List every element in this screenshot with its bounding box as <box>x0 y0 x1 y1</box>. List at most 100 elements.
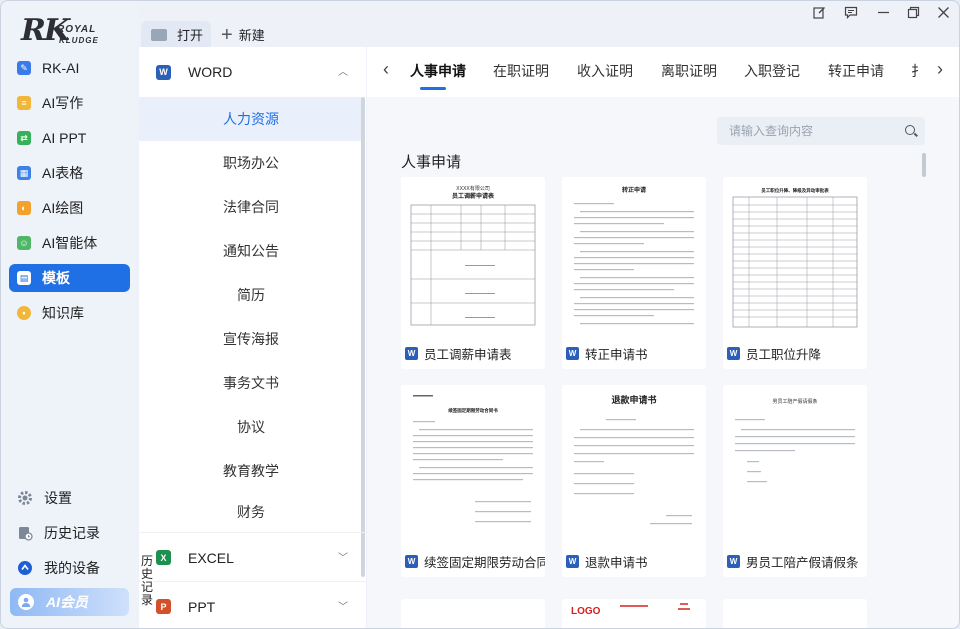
template-card-partial[interactable] <box>401 599 545 628</box>
sidebar-item-label: 模板 <box>42 270 70 286</box>
search-icon[interactable] <box>905 125 915 135</box>
restore-icon[interactable] <box>905 4 921 20</box>
chevron-down-icon: ﹀ <box>338 602 348 613</box>
svg-text:员工职位升降、降级及异动审批表: 员工职位升降、降级及异动审批表 <box>761 187 829 194</box>
category-item-finance[interactable]: 财务 <box>139 490 363 534</box>
word-file-icon: W <box>405 346 418 360</box>
main-scrollbar[interactable] <box>922 153 926 177</box>
ai-agent-icon: ☺ <box>17 236 31 250</box>
category-item-poster[interactable]: 宣传海报 <box>139 317 363 361</box>
category-item-label: 职场办公 <box>223 155 279 171</box>
template-card-title: W 退款申请书 <box>566 551 648 571</box>
svg-text:员工调薪申请表: 员工调薪申请表 <box>452 192 495 200</box>
template-card-label: 男员工陪产假请假条 <box>746 555 859 570</box>
edit-icon[interactable] <box>811 4 827 20</box>
tab-resignation-certificate[interactable]: 离职证明 <box>661 61 717 81</box>
sidebar-item-label: AI写作 <box>42 95 84 111</box>
category-item-agreement[interactable]: 协议 <box>139 405 363 449</box>
open-button[interactable]: 打开 <box>141 21 211 48</box>
chevron-down-icon: ﹀ <box>338 553 348 564</box>
category-word[interactable]: W WORD ︿ <box>139 47 366 97</box>
template-card-refund[interactable]: 退款申请书 W 退款申请书 <box>562 385 706 577</box>
template-card-partial[interactable]: LOGO <box>562 599 706 628</box>
category-label: PPT <box>188 598 216 615</box>
left-sidebar: RK ROYAL KLUDGE ✎ RK-AI ≡ AI写作 ⇄ AI PPT … <box>1 1 138 628</box>
history-vertical-label[interactable]: 历史记录 <box>140 555 154 607</box>
ai-member-button[interactable]: AI会员 <box>10 588 129 616</box>
active-tab-indicator <box>420 87 446 90</box>
sidebar-item-ai-ppt[interactable]: ⇄ AI PPT <box>9 124 130 152</box>
category-item-hr[interactable]: 人力资源 <box>139 97 363 141</box>
sidebar-item-my-device[interactable]: 我的设备 <box>9 554 130 582</box>
category-item-education[interactable]: 教育教学 <box>139 449 363 493</box>
word-app-icon: W <box>156 64 171 80</box>
sidebar-item-ai-agent[interactable]: ☺ AI智能体 <box>9 229 130 257</box>
sidebar-item-label: 我的设备 <box>44 560 100 576</box>
top-toolbar: 打开 + 新建 <box>138 1 959 48</box>
tab-onboarding-registration[interactable]: 入职登记 <box>744 61 800 81</box>
template-card-contract-renewal[interactable]: 续签固定期限劳动合同书 W 续签固定期限劳动合同... <box>401 385 545 577</box>
main-content: ‹ 人事申请 在职证明 收入证明 离职证明 入职登记 转正申请 扌 › 人事申请… <box>367 47 959 628</box>
plus-icon: + <box>221 23 233 46</box>
template-thumbnail: XXXX有限公司 员工调薪申请表 <box>405 181 541 331</box>
tab-scroll-left-icon[interactable]: ‹ <box>376 59 396 79</box>
sidebar-item-label: AI PPT <box>42 130 87 146</box>
sidebar-item-ai-writing[interactable]: ≡ AI写作 <box>9 89 130 117</box>
template-thumbnail: 退款申请书 <box>566 389 702 539</box>
category-item-workplace[interactable]: 职场办公 <box>139 141 363 185</box>
category-item-label: 宣传海报 <box>223 331 279 347</box>
word-file-icon: W <box>727 554 740 568</box>
sidebar-item-rk-ai[interactable]: ✎ RK-AI <box>9 54 130 82</box>
search-input[interactable] <box>729 122 899 140</box>
category-label: WORD <box>188 64 233 80</box>
svg-text:退款申请书: 退款申请书 <box>611 394 656 406</box>
new-button[interactable]: + 新建 <box>221 21 265 48</box>
excel-app-icon: X <box>156 550 171 565</box>
tab-income-certificate[interactable]: 收入证明 <box>577 61 633 81</box>
category-item-legal[interactable]: 法律合同 <box>139 185 363 229</box>
template-card-partial[interactable] <box>723 599 867 628</box>
category-scrollbar[interactable] <box>361 97 365 577</box>
sidebar-item-template[interactable]: ▤ 模板 <box>9 264 130 292</box>
feedback-icon[interactable] <box>843 4 859 20</box>
category-item-resume[interactable]: 简历 <box>139 273 363 317</box>
template-card-salary-adjustment[interactable]: XXXX有限公司 员工调薪申请表 W 员工调薪申请表 <box>401 177 545 369</box>
logo-line2: KLUDGE <box>59 36 99 45</box>
template-card-paternity-leave[interactable]: 男员工陪产假请假条 W 男员工陪产假请假条 <box>723 385 867 577</box>
tab-partial[interactable]: 扌 <box>911 61 920 81</box>
category-ppt[interactable]: P PPT ﹀ <box>139 581 366 628</box>
member-avatar-icon <box>18 594 34 610</box>
device-icon <box>17 560 33 576</box>
category-item-notice[interactable]: 通知公告 <box>139 229 363 273</box>
category-item-label: 教育教学 <box>223 463 279 479</box>
template-thumbnail: 男员工陪产假请假条 <box>727 389 863 539</box>
sidebar-item-label: 知识库 <box>42 305 84 321</box>
tab-scroll-right-icon[interactable]: › <box>930 59 950 79</box>
folder-icon <box>151 28 167 41</box>
tab-employment-certificate[interactable]: 在职证明 <box>493 61 549 81</box>
ai-writing-icon: ≡ <box>17 96 31 110</box>
sidebar-item-history[interactable]: 历史记录 <box>9 519 130 547</box>
rk-ai-icon: ✎ <box>17 61 31 75</box>
template-card-regularization[interactable]: 转正申请 W 转正申请书 <box>562 177 706 369</box>
sidebar-item-ai-drawing[interactable]: ◐ AI绘图 <box>9 194 130 222</box>
template-thumbnail: 转正申请 <box>566 181 702 331</box>
template-card-label: 员工调薪申请表 <box>424 347 512 362</box>
word-file-icon: W <box>566 346 579 360</box>
tab-hr-application[interactable]: 人事申请 <box>410 61 466 81</box>
category-excel[interactable]: X EXCEL ﹀ <box>139 532 366 582</box>
word-file-icon: W <box>727 346 740 360</box>
category-item-affairs[interactable]: 事务文书 <box>139 361 363 405</box>
sidebar-item-settings[interactable]: 设置 <box>9 484 130 512</box>
close-icon[interactable] <box>935 4 951 20</box>
sidebar-item-ai-table[interactable]: ▦ AI表格 <box>9 159 130 187</box>
template-card-position-change[interactable]: 员工职位升降、降级及异动审批表 W 员工职位升降 <box>723 177 867 369</box>
word-file-icon: W <box>566 554 579 568</box>
template-icon: ▤ <box>17 271 31 285</box>
sidebar-item-knowledge-base[interactable]: • 知识库 <box>9 299 130 327</box>
template-card-title: W 男员工陪产假请假条 <box>727 551 859 571</box>
knowledge-base-icon: • <box>17 306 31 320</box>
template-card-label: 退款申请书 <box>585 555 648 570</box>
tab-regularization-application[interactable]: 转正申请 <box>828 61 884 81</box>
minimize-icon[interactable] <box>875 4 891 20</box>
